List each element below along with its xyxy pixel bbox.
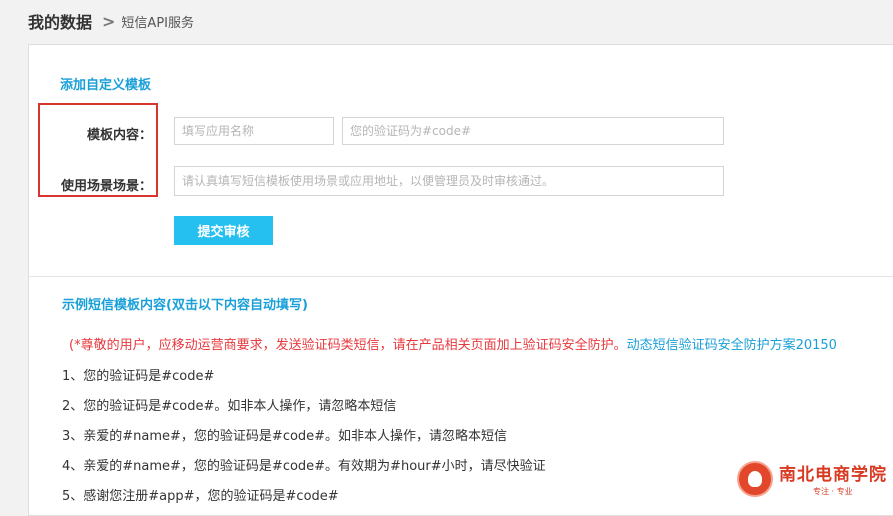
template-content-input[interactable]: [342, 117, 724, 145]
example-template-item[interactable]: 5、感谢您注册#app#，您的验证码是#code#: [62, 482, 546, 512]
submit-review-button[interactable]: 提交审核: [174, 216, 273, 245]
example-template-item[interactable]: 2、您的验证码是#code#。如非本人操作，请忽略本短信: [62, 392, 546, 422]
page-title: 我的数据: [28, 13, 93, 32]
add-template-title: 添加自定义模板: [60, 78, 152, 93]
watermark-logo-icon: [737, 461, 773, 497]
watermark-slogan: 专注 · 专业: [813, 487, 853, 496]
main-panel: 添加自定义模板 模板内容： 使用场景场景： 提交审核 示例短信模板内容(双击以下…: [28, 44, 893, 516]
watermark: 南北电商学院 专注 · 专业: [737, 459, 887, 499]
usage-scenario-input[interactable]: [174, 166, 724, 196]
watermark-name: 南北电商学院: [779, 465, 887, 485]
security-notice-text: (*尊敬的用户，应移动运营商要求，发送验证码类短信，请在产品相关页面加上验证码安…: [69, 338, 627, 353]
example-templates-title: 示例短信模板内容(双击以下内容自动填写): [62, 298, 308, 313]
example-template-item[interactable]: 3、亲爱的#name#，您的验证码是#code#。如非本人操作，请忽略本短信: [62, 422, 546, 452]
security-scheme-link[interactable]: 动态短信验证码安全防护方案20150: [627, 338, 837, 353]
section-divider: [29, 276, 893, 277]
breadcrumb-separator: >: [102, 11, 116, 31]
security-notice: (*尊敬的用户，应移动运营商要求，发送验证码类短信，请在产品相关页面加上验证码安…: [69, 334, 837, 353]
example-template-item[interactable]: 4、亲爱的#name#，您的验证码是#code#。有效期为#hour#小时，请尽…: [62, 452, 546, 482]
breadcrumb-current[interactable]: 短信API服务: [121, 12, 194, 31]
app-name-input[interactable]: [174, 117, 334, 145]
usage-scenario-label: 使用场景场景：: [60, 179, 152, 194]
example-template-item[interactable]: 1、您的验证码是#code#: [62, 362, 546, 392]
template-content-label: 模板内容：: [86, 128, 152, 143]
breadcrumb: 我的数据 > 短信API服务: [28, 10, 194, 33]
example-template-list: 1、您的验证码是#code# 2、您的验证码是#code#。如非本人操作，请忽略…: [62, 362, 546, 512]
